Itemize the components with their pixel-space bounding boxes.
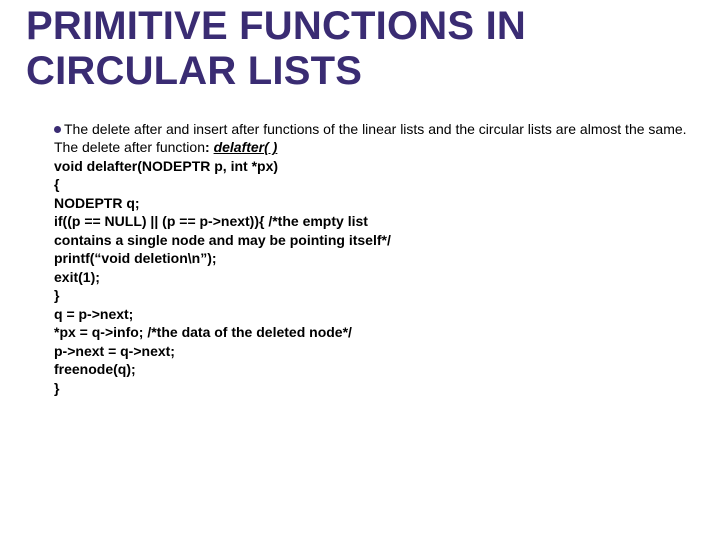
code-line-3: NODEPTR q; <box>54 195 140 211</box>
code-line-5: contains a single node and may be pointi… <box>54 232 391 248</box>
bullet-icon <box>54 126 61 133</box>
code-line-11: p->next = q->next; <box>54 343 175 359</box>
code-line-7: exit(1); <box>54 269 100 285</box>
code-line-13: } <box>54 380 59 396</box>
intro-text-1: The delete after and insert after functi… <box>54 120 690 138</box>
slide-body: The delete after and insert after functi… <box>54 120 690 397</box>
code-line-10: *px = q->info; /*the data of the deleted… <box>54 324 352 340</box>
code-line-6: printf(“void deletion\n”); <box>54 250 217 266</box>
code-line-12: freenode(q); <box>54 361 136 377</box>
intro-text-2b: : <box>205 139 214 155</box>
intro-text-2c: delafter( ) <box>214 139 278 155</box>
code-line-2: { <box>54 176 59 192</box>
code-line-8: } <box>54 287 59 303</box>
code-line-4: if((p == NULL) || (p == p->next)){ /*the… <box>54 213 368 229</box>
code-line-1: void delafter(NODEPTR p, int *px) <box>54 158 278 174</box>
slide-title: PRIMITIVE FUNCTIONS IN CIRCULAR LISTS <box>26 4 690 94</box>
intro-text-2a: The delete after function <box>54 139 205 155</box>
code-line-9: q = p->next; <box>54 306 133 322</box>
bullet-block: The delete after and insert after functi… <box>54 120 690 397</box>
slide: PRIMITIVE FUNCTIONS IN CIRCULAR LISTS Th… <box>0 0 720 540</box>
